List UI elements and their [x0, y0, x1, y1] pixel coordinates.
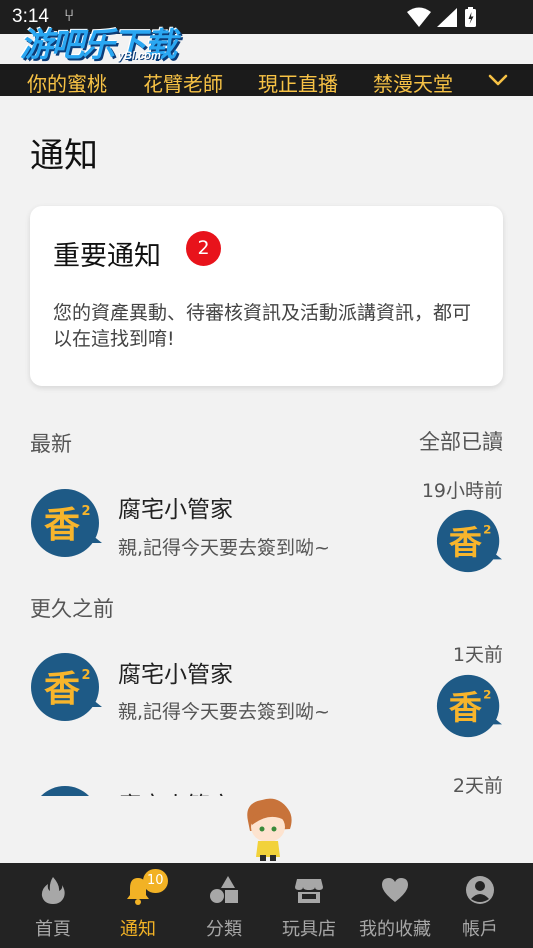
top-nav-item-comics[interactable]: 禁漫天堂: [373, 68, 453, 97]
tab-notifications-label: 通知: [120, 919, 156, 940]
important-notice-card[interactable]: 重要通知 2 您的資產異動、待審核資訊及活動派講資訊，都可以在這找到唷!: [30, 206, 503, 386]
notification-sender: 腐宅小管家: [118, 786, 233, 796]
notification-sender: 腐宅小管家: [118, 497, 233, 523]
notification-message: 親,記得今天要去簽到呦~: [118, 701, 330, 723]
important-notice-badge: 2: [186, 231, 221, 266]
tab-account[interactable]: 帳戶: [437, 863, 523, 948]
notification-sender: 腐宅小管家: [118, 662, 233, 688]
tab-account-label: 帳戶: [462, 919, 498, 940]
svg-text:2: 2: [81, 668, 90, 683]
notification-thumbnail: 香 2: [436, 509, 502, 573]
wifi-icon: [407, 7, 431, 27]
tab-notifications-badge: 10: [143, 869, 168, 893]
svg-text:香: 香: [449, 688, 482, 727]
notification-time: 1天前: [452, 644, 503, 666]
tab-categories[interactable]: 分類: [181, 863, 267, 948]
top-nav: 你的蜜桃 花臂老師 現正直播 禁漫天堂: [0, 64, 533, 96]
page-title: 通知: [30, 136, 98, 176]
tab-toy-store[interactable]: 玩具店: [266, 863, 352, 948]
tab-categories-label: 分類: [206, 919, 242, 940]
tab-notifications[interactable]: 10 通知: [95, 863, 181, 948]
svg-text:香: 香: [449, 523, 482, 562]
heart-icon: [382, 878, 408, 902]
avatar: [40, 786, 90, 796]
svg-text:2: 2: [483, 523, 491, 537]
important-notice-title: 重要通知: [53, 241, 161, 272]
svg-text:香: 香: [44, 669, 80, 710]
notification-message: 親,記得今天要去簽到呦~: [118, 537, 330, 559]
section-label-latest: 最新: [30, 432, 72, 456]
brand-logo-url: yBl.com: [118, 50, 161, 62]
top-nav-item-teacher[interactable]: 花臂老師: [143, 68, 223, 97]
mark-all-read-button[interactable]: 全部已讀: [419, 426, 503, 456]
avatar: 香 2: [31, 653, 102, 721]
account-icon: [466, 876, 494, 904]
svg-text:香: 香: [44, 505, 80, 546]
brand-logo: 游吧乐下载 yBl.com: [16, 18, 196, 64]
system-status-icons: [407, 7, 476, 27]
tab-home-label: 首頁: [35, 919, 71, 940]
signal-icon: [437, 8, 457, 27]
tab-home[interactable]: 首頁: [10, 863, 96, 948]
tab-favorites-label: 我的收藏: [359, 919, 431, 940]
tab-favorites[interactable]: 我的收藏: [352, 863, 438, 948]
svg-text:2: 2: [483, 688, 491, 702]
svg-text:2: 2: [81, 504, 90, 519]
store-icon: [295, 879, 323, 903]
section-label-older: 更久之前: [30, 597, 114, 621]
notification-thumbnail: 香 2: [436, 674, 502, 738]
top-nav-item-peach[interactable]: 你的蜜桃: [27, 68, 107, 97]
avatar: 香 2: [31, 489, 102, 557]
bottom-nav: 首頁 10 通知 分類 玩具店 我的收藏 帳戶: [0, 863, 533, 948]
top-nav-item-live[interactable]: 現正直播: [258, 68, 338, 97]
notification-time: 19小時前: [421, 480, 503, 502]
fire-icon: [41, 877, 65, 904]
shapes-icon: [210, 876, 238, 903]
important-notice-description: 您的資產異動、待審核資訊及活動派講資訊，都可以在這找到唷!: [53, 302, 472, 350]
chevron-down-icon[interactable]: [486, 70, 510, 90]
notification-item[interactable]: 腐宅小管家: [0, 768, 533, 796]
mascot-image[interactable]: [240, 797, 296, 863]
tab-toy-store-label: 玩具店: [282, 919, 336, 940]
